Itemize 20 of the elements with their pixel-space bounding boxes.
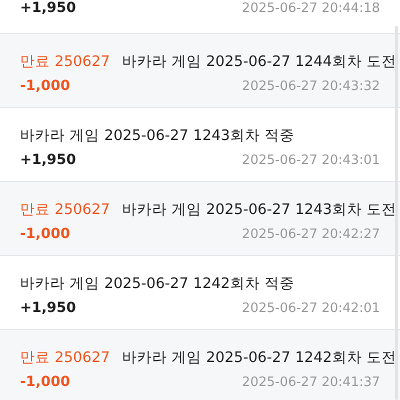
timestamp: 2025-06-27 20:41:37 <box>242 374 380 390</box>
history-title: 바카라 게임 2025-06-27 1244회차 도전 <box>122 53 397 71</box>
timestamp: 2025-06-27 20:42:01 <box>242 300 380 316</box>
amount: -1,000 <box>20 78 70 94</box>
amount: +1,950 <box>20 152 76 168</box>
timestamp: 2025-06-27 20:43:01 <box>242 152 380 168</box>
timestamp: 2025-06-27 20:43:32 <box>242 78 380 94</box>
timestamp: 2025-06-27 20:44:18 <box>242 0 380 16</box>
amount: +1,950 <box>20 0 76 16</box>
expired-tag: 만료 250627 <box>20 348 110 367</box>
history-title: 바카라 게임 2025-06-27 1243회차 적중 <box>20 127 295 145</box>
expired-tag: 만료 250627 <box>20 200 110 219</box>
expired-tag: 만료 250627 <box>20 52 110 71</box>
history-title: 바카라 게임 2025-06-27 1243회차 도전 <box>122 201 397 219</box>
amount: +1,950 <box>20 300 76 316</box>
history-title: 바카라 게임 2025-06-27 1242회차 적중 <box>20 275 295 293</box>
timestamp: 2025-06-27 20:42:27 <box>242 226 380 242</box>
history-title: 바카라 게임 2025-06-27 1242회차 도전 <box>122 349 397 367</box>
amount: -1,000 <box>20 226 70 242</box>
amount: -1,000 <box>20 374 70 390</box>
